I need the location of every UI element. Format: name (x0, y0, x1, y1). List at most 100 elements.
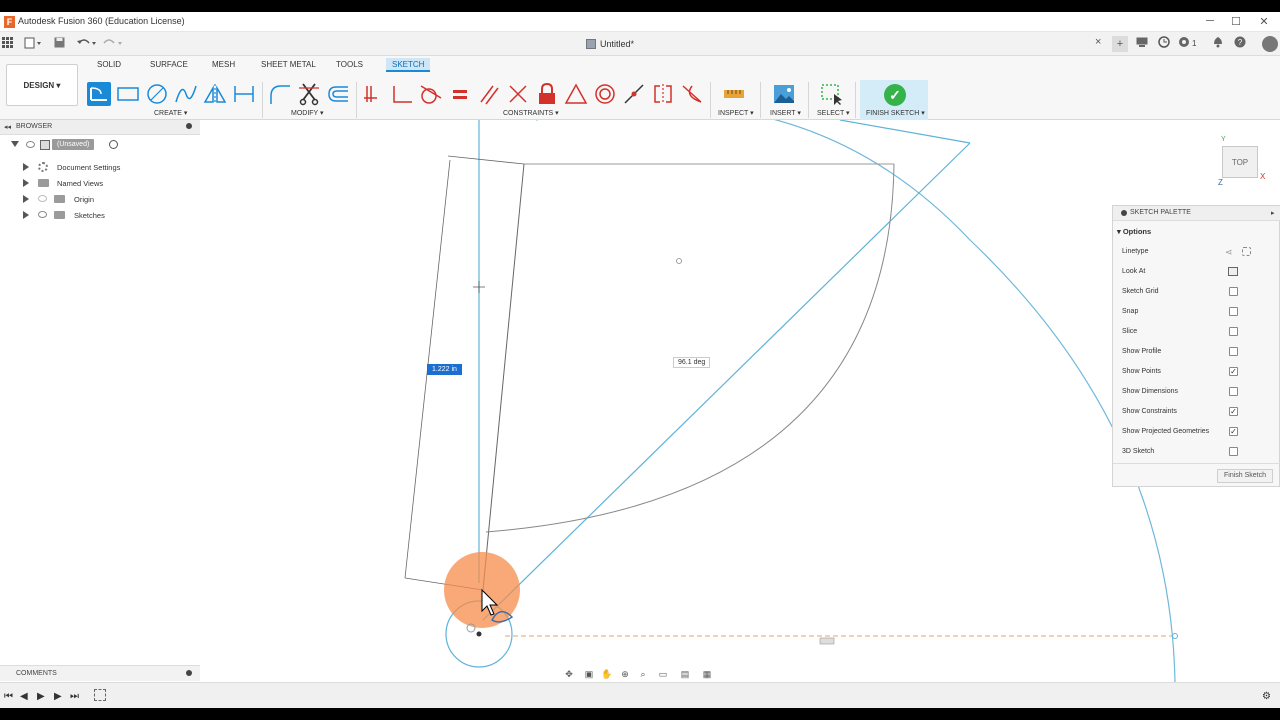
undo-icon[interactable] (76, 37, 100, 51)
step-forward-icon[interactable]: ▶ (54, 691, 62, 702)
tree-item-named-views[interactable]: Named Views (0, 176, 200, 191)
palette-finish-sketch-button[interactable]: Finish Sketch (1217, 469, 1273, 483)
parallel-constraint-icon[interactable] (477, 82, 501, 106)
pan-hand-icon[interactable]: ✋ (600, 667, 614, 681)
inspect-group-label[interactable]: INSPECT ▾ (718, 109, 754, 117)
circle-tool-icon[interactable] (145, 82, 169, 106)
palette-pin-icon[interactable] (1121, 210, 1127, 216)
expand-triangle-icon[interactable] (23, 163, 29, 171)
viewports-icon[interactable]: ▦ (700, 667, 714, 681)
tab-solid[interactable]: SOLID (97, 58, 121, 72)
measure-ruler-icon[interactable] (722, 82, 746, 106)
viewcube[interactable]: TOP (1222, 146, 1258, 178)
visibility-eye-icon[interactable] (38, 211, 47, 218)
equal-constraint-icon[interactable] (448, 82, 472, 106)
visibility-eye-icon[interactable] (38, 195, 47, 202)
activate-radio-icon[interactable] (109, 140, 118, 149)
show-dimensions-checkbox[interactable] (1229, 387, 1238, 396)
notifications-icon[interactable]: 1 (1178, 36, 1200, 52)
sketch-dimension-icon[interactable] (232, 82, 256, 106)
coincident-constraint-icon[interactable] (390, 82, 414, 106)
expand-triangle-icon[interactable] (23, 179, 29, 187)
job-status-icon[interactable] (1156, 36, 1172, 52)
slice-checkbox[interactable] (1229, 327, 1238, 336)
save-icon[interactable] (54, 37, 66, 51)
comments-panel-header[interactable]: COMMENTS (0, 665, 200, 681)
rectangle-tool-icon[interactable] (116, 82, 140, 106)
tab-mesh[interactable]: MESH (212, 58, 235, 72)
comments-add-icon[interactable] (186, 670, 192, 676)
tab-surface[interactable]: SURFACE (150, 58, 188, 72)
timeline-settings-gear-icon[interactable]: ⚙ (1262, 691, 1271, 702)
go-to-end-icon[interactable]: ⏭ (70, 691, 79, 702)
fit-zoom-icon[interactable]: ⌕ (636, 667, 650, 681)
user-avatar[interactable] (1262, 36, 1278, 52)
collapse-browser-icon[interactable]: ◂◂ (4, 123, 11, 131)
snap-checkbox[interactable] (1229, 307, 1238, 316)
options-section-header[interactable]: ▾ Options (1117, 227, 1151, 236)
minimize-button[interactable]: ─ (1200, 15, 1220, 27)
document-tab[interactable]: Untitled* (586, 36, 634, 52)
mirror-tool-icon[interactable] (203, 82, 227, 106)
fillet-tool-icon[interactable] (268, 82, 292, 106)
collinear-constraint-icon[interactable] (622, 82, 646, 106)
close-window-button[interactable]: ✕ (1254, 15, 1274, 28)
close-tab-button[interactable]: × (1095, 36, 1101, 48)
3d-sketch-checkbox[interactable] (1229, 447, 1238, 456)
collapse-triangle-icon[interactable] (11, 141, 19, 147)
sketch-grid-checkbox[interactable] (1229, 287, 1238, 296)
grid-settings-icon[interactable]: ▤ (678, 667, 692, 681)
select-group-label[interactable]: SELECT ▾ (817, 109, 850, 117)
insert-group-label[interactable]: INSERT ▾ (770, 109, 801, 117)
constraints-group-label[interactable]: CONSTRAINTS ▾ (503, 109, 559, 117)
data-panel-grid-icon[interactable] (2, 37, 14, 51)
angle-dimension-label[interactable]: 96.1 deg (673, 357, 711, 368)
tree-item-origin[interactable]: Origin (0, 192, 200, 207)
community-bell-icon[interactable] (1210, 36, 1226, 52)
perpendicular-constraint-icon[interactable] (506, 82, 530, 106)
file-menu-icon[interactable] (24, 37, 42, 51)
look-at-icon[interactable]: ▣ (582, 667, 596, 681)
centerline-linetype-icon[interactable] (1242, 247, 1251, 256)
tab-sheet-metal[interactable]: SHEET METAL (261, 58, 316, 72)
step-back-icon[interactable]: ◀ (20, 691, 28, 702)
create-group-label[interactable]: CREATE ▾ (154, 109, 187, 117)
browser-header[interactable]: ◂◂ BROWSER (0, 120, 200, 135)
fix-lock-icon[interactable] (535, 82, 559, 106)
expand-triangle-icon[interactable] (23, 195, 29, 203)
maximize-button[interactable]: ☐ (1226, 15, 1246, 28)
redo-icon[interactable] (102, 37, 124, 51)
insert-image-icon[interactable] (772, 82, 796, 106)
finish-sketch-button[interactable]: ✓ FINISH SKETCH ▾ (860, 80, 928, 120)
orbit-icon[interactable]: ✥ (562, 667, 576, 681)
trim-scissors-icon[interactable] (297, 82, 321, 106)
new-tab-plus-icon[interactable]: + (1112, 36, 1128, 52)
expand-triangle-icon[interactable] (23, 211, 29, 219)
construction-linetype-icon[interactable]: ⋖ (1225, 245, 1233, 259)
midpoint-triangle-icon[interactable] (564, 82, 588, 106)
horizontal-vertical-constraint-icon[interactable] (361, 82, 385, 106)
select-window-icon[interactable] (820, 82, 844, 106)
length-dimension-input[interactable]: 1.222 in (427, 364, 462, 375)
browser-pin-icon[interactable] (186, 123, 192, 129)
extensions-icon[interactable] (1134, 36, 1150, 52)
timeline-sketch-feature[interactable] (94, 689, 106, 701)
play-icon[interactable]: ▶ (37, 691, 45, 702)
curvature-constraint-icon[interactable] (680, 82, 704, 106)
look-at-calendar-icon[interactable] (1228, 267, 1238, 276)
help-icon[interactable]: ? (1232, 36, 1248, 52)
spline-tool-icon[interactable] (174, 82, 198, 106)
show-projected-geometries-checkbox[interactable]: ✓ (1229, 427, 1238, 436)
offset-tool-icon[interactable] (326, 82, 350, 106)
display-settings-icon[interactable]: ▭ (656, 667, 670, 681)
show-points-checkbox[interactable]: ✓ (1229, 367, 1238, 376)
tree-item-document-settings[interactable]: Document Settings (0, 160, 200, 175)
tree-item-sketches[interactable]: Sketches (0, 208, 200, 223)
show-constraints-checkbox[interactable]: ✓ (1229, 407, 1238, 416)
palette-expand-icon[interactable]: ▸ (1271, 209, 1275, 217)
tab-sketch[interactable]: SKETCH (386, 58, 431, 72)
workspace-switcher-button[interactable]: DESIGN ▾ (6, 64, 78, 106)
modify-group-label[interactable]: MODIFY ▾ (291, 109, 324, 117)
palette-header[interactable]: SKETCH PALETTE ▸ (1113, 206, 1280, 221)
concentric-constraint-icon[interactable] (593, 82, 617, 106)
